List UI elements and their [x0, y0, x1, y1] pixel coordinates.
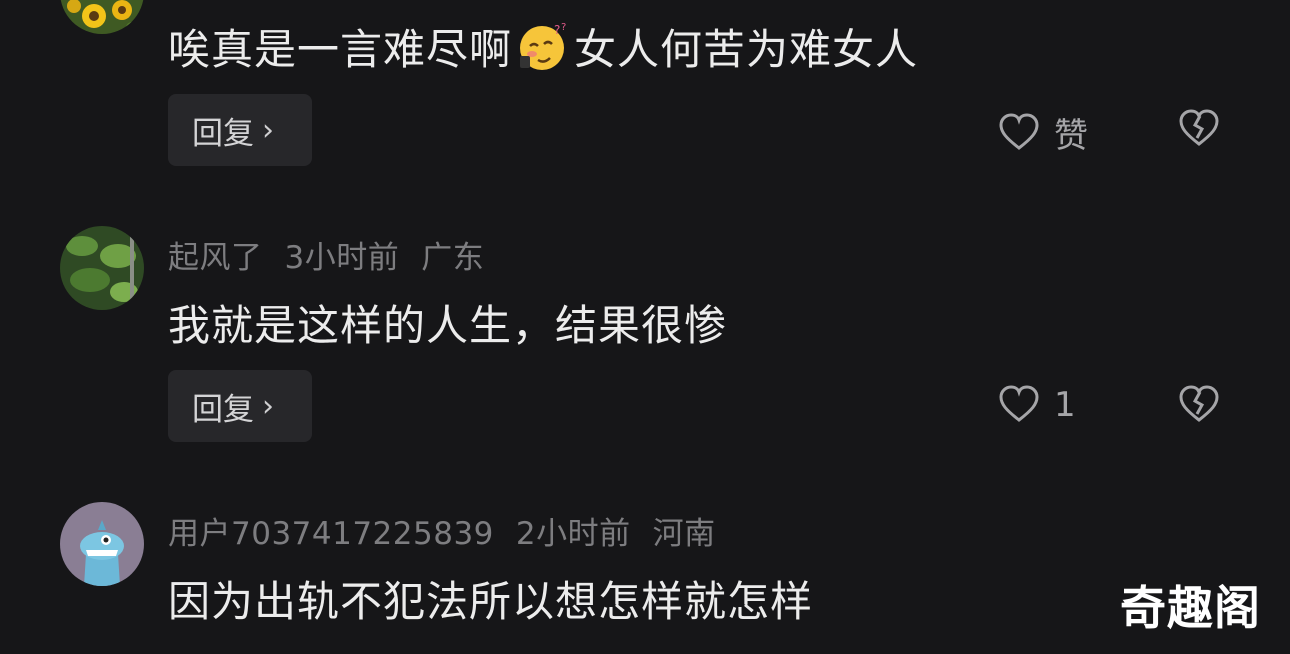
reply-label: 回复 — [192, 391, 254, 428]
avatar[interactable] — [60, 502, 144, 586]
avatar[interactable] — [60, 0, 144, 34]
dislike-button[interactable] — [1178, 384, 1220, 430]
broken-heart-icon — [1179, 109, 1219, 146]
like-button[interactable]: 赞 — [998, 108, 1088, 157]
comment-meta: 起风了 3小时前 广东 — [168, 232, 506, 277]
comment-text-part: 唉真是一言难尽啊 — [168, 25, 513, 74]
location: 广东 — [421, 240, 485, 276]
heart-icon — [999, 112, 1039, 150]
comment-meta: 用户7037417225839 2小时前 河南 — [168, 508, 738, 553]
username[interactable]: 用户7037417225839 — [168, 516, 494, 552]
like-count: 1 — [1054, 385, 1076, 425]
chevron-right-icon: › — [262, 112, 274, 148]
comment-text: 唉真是一言难尽啊 ? ? 女人何苦为难女人 — [168, 16, 918, 82]
chevron-right-icon: › — [262, 388, 274, 424]
dislike-button[interactable] — [1178, 108, 1220, 154]
blue-monster-avatar-image — [60, 502, 144, 586]
timestamp: 2小时前 — [515, 516, 631, 552]
watermark: 奇趣阁 — [1120, 581, 1261, 635]
comment-text: 因为出轨不犯法所以想怎样就怎样 — [168, 577, 814, 626]
svg-text:?: ? — [561, 22, 567, 33]
heart-icon — [999, 385, 1039, 422]
like-count: 赞 — [1054, 116, 1088, 156]
avatar[interactable] — [60, 226, 144, 310]
reply-button[interactable]: 回复 › — [168, 370, 312, 442]
comment-text: 我就是这样的人生，结果很惨 — [168, 301, 728, 350]
drunk-face-emoji-icon: ? ? — [516, 20, 568, 82]
timestamp: 3小时前 — [284, 240, 400, 276]
location: 河南 — [652, 516, 716, 552]
green-plant-avatar-image — [60, 226, 144, 310]
sunflower-avatar-image — [60, 0, 144, 34]
comment-list: 唉真是一言难尽啊 ? ? 女人何苦为难女人 回复 › 赞 起风了 3小时前 广东… — [0, 0, 1290, 654]
broken-heart-icon — [1179, 385, 1219, 422]
comment-text-part: 女人何苦为难女人 — [574, 25, 919, 74]
like-button[interactable]: 1 — [998, 384, 1076, 426]
reply-button[interactable]: 回复 › — [168, 94, 312, 166]
username[interactable]: 起风了 — [168, 240, 263, 276]
reply-label: 回复 — [192, 115, 254, 152]
